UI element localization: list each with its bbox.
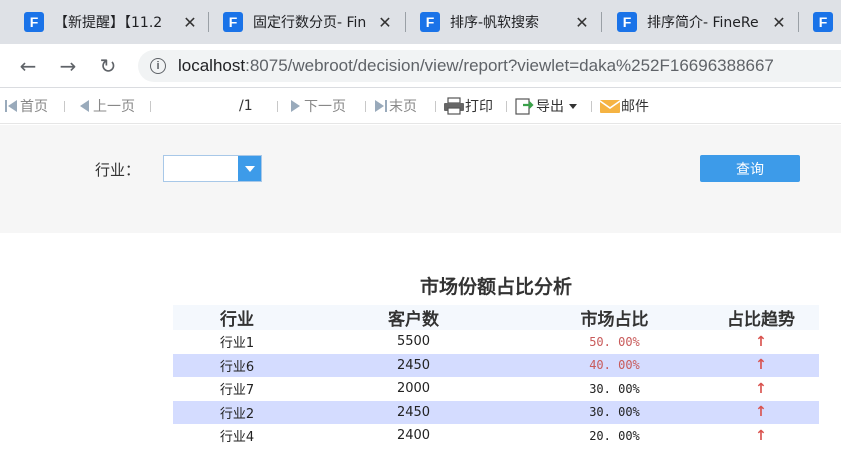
report-toolbar: 首页 上一页 1 /1 下一页 末页 打印 导出 邮件 (0, 88, 841, 206)
close-icon[interactable]: ✕ (572, 13, 592, 32)
customers-cell: 2450 (301, 400, 526, 424)
info-icon[interactable]: i (150, 58, 166, 74)
export-button[interactable]: 导出 (514, 88, 577, 124)
tab-title: 排序-帆软搜索 (450, 15, 540, 31)
table-row: 行业2 2450 30. 00% ↑ (173, 400, 819, 424)
last-page-button[interactable]: 末页 (373, 88, 417, 124)
tab-divider (208, 12, 209, 32)
query-button[interactable]: 查询 (700, 155, 800, 182)
customers-cell: 2000 (396, 381, 431, 397)
toolbar-divider (64, 101, 65, 112)
column-header-share[interactable]: 市场占比 (526, 305, 703, 330)
next-page-button[interactable]: 下一页 (288, 88, 346, 124)
table-row: 行业4 2400 20. 00% ↑ (173, 424, 819, 448)
mail-label: 邮件 (621, 99, 649, 115)
toolbar-divider (365, 101, 366, 112)
chevron-down-icon (569, 103, 577, 109)
tab-title: 固定行数分页- Fin (253, 15, 367, 31)
tab-new-reminder[interactable]: F 【新提醒】【11.2 ✕ (24, 0, 200, 44)
reload-icon[interactable]: ↻ (94, 52, 122, 80)
next-page-label: 下一页 (304, 99, 346, 115)
table-header-row: 行业 客户数 市场占比 占比趋势 (173, 305, 819, 330)
column-header-trend[interactable]: 占比趋势 (703, 305, 819, 330)
industry-cell: 行业1 (219, 336, 255, 352)
share-cell: 30. 00% (589, 381, 640, 396)
address-bar: ← → ↻ i localhost:8075/webroot/decision/… (0, 44, 841, 88)
report-title: 市场份额占比分析 (419, 276, 572, 298)
first-page-button[interactable]: 首页 (4, 88, 48, 124)
tab-title: 【新提醒】【11.2 (54, 15, 163, 31)
browser-tab-bar: F 【新提醒】【11.2 ✕ F 固定行数分页- Fin ✕ F 排序-帆软搜索… (0, 0, 841, 44)
tab-sort-search[interactable]: F 排序-帆软搜索 ✕ (420, 0, 592, 44)
table-row: 行业6 2450 40. 00% ↑ (173, 353, 819, 377)
tab-divider (405, 12, 406, 32)
customers-cell: 2450 (301, 353, 526, 377)
print-button[interactable]: 打印 (443, 88, 493, 124)
url-host: localhost (178, 56, 246, 75)
share-cell: 30. 00% (526, 400, 703, 424)
finereport-icon: F (420, 12, 440, 32)
export-label: 导出 (536, 99, 564, 115)
close-icon[interactable]: ✕ (180, 13, 200, 32)
toolbar-divider (506, 101, 507, 112)
customers-cell: 5500 (396, 334, 431, 350)
industry-cell: 行业2 (173, 400, 301, 424)
prev-page-label: 上一页 (93, 99, 135, 115)
prev-page-button[interactable]: 上一页 (77, 88, 135, 124)
industry-cell: 行业7 (219, 383, 255, 399)
trend-up-arrow-icon: ↑ (755, 333, 767, 350)
trend-up-arrow-icon: ↑ (703, 400, 819, 424)
export-icon (515, 98, 534, 115)
print-label: 打印 (465, 99, 493, 115)
url-field[interactable]: i localhost:8075/webroot/decision/view/r… (138, 50, 841, 82)
column-header-customers[interactable]: 客户数 (301, 305, 526, 330)
back-arrow-icon[interactable]: ← (14, 52, 42, 80)
mail-button[interactable]: 邮件 (599, 88, 649, 124)
page-total: /1 (239, 98, 253, 114)
share-cell: 50. 00% (589, 334, 640, 349)
close-icon[interactable]: ✕ (375, 13, 395, 32)
tab-title: 排序简介- FineRe (647, 15, 759, 31)
finereport-icon: F (24, 12, 44, 32)
prev-page-icon (80, 100, 89, 112)
url-path: :8075/webroot/decision/view/report?viewl… (245, 56, 774, 75)
industry-cell: 行业4 (219, 430, 255, 446)
close-icon[interactable]: ✕ (769, 13, 789, 32)
forward-arrow-icon[interactable]: → (54, 52, 82, 80)
tab-sort-intro[interactable]: F 排序简介- FineRe ✕ (617, 0, 789, 44)
industry-select[interactable] (163, 155, 262, 182)
column-header-industry[interactable]: 行业 (173, 305, 301, 330)
toolbar-divider (591, 101, 592, 112)
table-row: 行业1 5500 50. 00% ↑ (173, 330, 819, 354)
finereport-icon: F (813, 12, 833, 32)
customers-cell: 2400 (396, 428, 431, 444)
table-row: 行业7 2000 30. 00% ↑ (173, 377, 819, 401)
tab-fixed-row-paging[interactable]: F 固定行数分页- Fin ✕ (223, 0, 395, 44)
tab-divider (798, 12, 799, 32)
trend-up-arrow-icon: ↑ (755, 427, 767, 444)
last-page-label: 末页 (389, 99, 417, 115)
trend-up-arrow-icon: ↑ (755, 380, 767, 397)
toolbar-divider (435, 101, 436, 112)
tab-divider (601, 12, 602, 32)
toolbar-divider (277, 101, 278, 112)
share-cell: 20. 00% (589, 428, 640, 443)
next-page-icon (291, 100, 300, 112)
parameter-panel: 行业： 查询 (0, 125, 841, 233)
last-page-icon (375, 100, 387, 112)
finereport-icon: F (617, 12, 637, 32)
first-page-icon (5, 100, 17, 112)
finereport-icon: F (223, 12, 243, 32)
toolbar-divider (150, 101, 151, 112)
first-page-label: 首页 (20, 99, 48, 115)
industry-filter-label: 行业： (95, 161, 141, 179)
dropdown-arrow-icon[interactable] (238, 156, 261, 181)
printer-icon (444, 97, 464, 115)
industry-cell: 行业6 (173, 353, 301, 377)
market-share-table: 行业 客户数 市场占比 占比趋势 行业1 5500 50. 00% ↑ 行业6 … (173, 305, 819, 448)
trend-up-arrow-icon: ↑ (703, 353, 819, 377)
tab-partial[interactable]: F (813, 0, 841, 44)
share-cell: 40. 00% (526, 353, 703, 377)
mail-icon (599, 100, 621, 113)
